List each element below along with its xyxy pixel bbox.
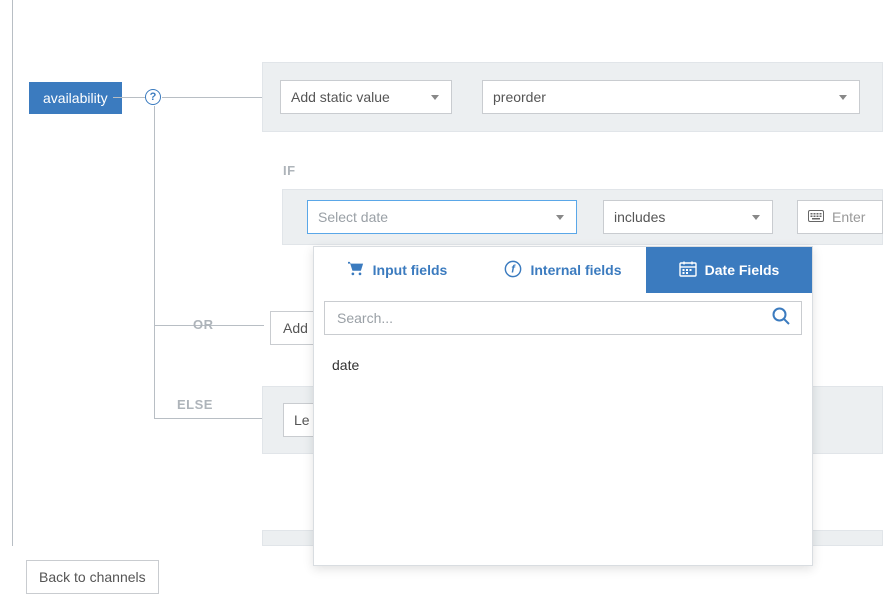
operator-label: includes: [614, 209, 665, 225]
back-to-channels-label: Back to channels: [39, 569, 146, 585]
enter-value-input[interactable]: Enter: [797, 200, 883, 234]
field-item-date[interactable]: date: [332, 353, 794, 377]
tab-input-fields-label: Input fields: [373, 262, 448, 278]
enter-value-placeholder: Enter: [832, 209, 865, 225]
caret-down-icon: [752, 215, 760, 220]
select-date-label: Select date: [318, 209, 388, 225]
connector-h1: [113, 97, 145, 98]
tab-input-fields[interactable]: Input fields: [314, 247, 480, 293]
else-label: ELSE: [177, 397, 213, 412]
tab-internal-fields[interactable]: f Internal fields: [480, 247, 646, 293]
connector-h2: [162, 97, 262, 98]
else-value-label: Le: [294, 412, 310, 428]
caret-down-icon: [431, 95, 439, 100]
or-label: OR: [193, 317, 214, 332]
field-picker-popup: Input fields f Internal fields Date Fiel…: [313, 246, 813, 566]
select-date-dropdown[interactable]: Select date: [307, 200, 577, 234]
back-to-channels-button[interactable]: Back to channels: [26, 560, 159, 594]
value-dropdown[interactable]: preorder: [482, 80, 860, 114]
cart-icon: [347, 261, 365, 280]
connector-else: [154, 418, 264, 419]
field-list: date: [314, 339, 812, 391]
if-label: IF: [283, 163, 296, 178]
tab-internal-fields-label: Internal fields: [530, 262, 621, 278]
field-search-box: [324, 301, 802, 335]
tab-date-fields-label: Date Fields: [705, 262, 780, 278]
field-tag[interactable]: availability: [29, 82, 122, 114]
field-picker-tabs: Input fields f Internal fields Date Fiel…: [314, 247, 812, 293]
field-tag-label: availability: [43, 90, 108, 106]
connector-v1: [154, 106, 155, 418]
tab-date-fields[interactable]: Date Fields: [646, 247, 812, 293]
svg-text:f: f: [512, 263, 517, 275]
value-label: preorder: [493, 89, 546, 105]
add-button-label: Add: [283, 320, 308, 336]
page-left-rule: [12, 0, 13, 546]
keyboard-icon: [808, 209, 824, 225]
search-icon[interactable]: [771, 306, 791, 331]
add-static-value-label: Add static value: [291, 89, 390, 105]
function-icon: f: [504, 260, 522, 281]
add-static-value-dropdown[interactable]: Add static value: [280, 80, 452, 114]
field-search-input[interactable]: [335, 309, 771, 327]
operator-dropdown[interactable]: includes: [603, 200, 773, 234]
help-icon[interactable]: ?: [145, 89, 161, 105]
calendar-icon: [679, 261, 697, 280]
caret-down-icon: [839, 95, 847, 100]
caret-down-icon: [556, 215, 564, 220]
